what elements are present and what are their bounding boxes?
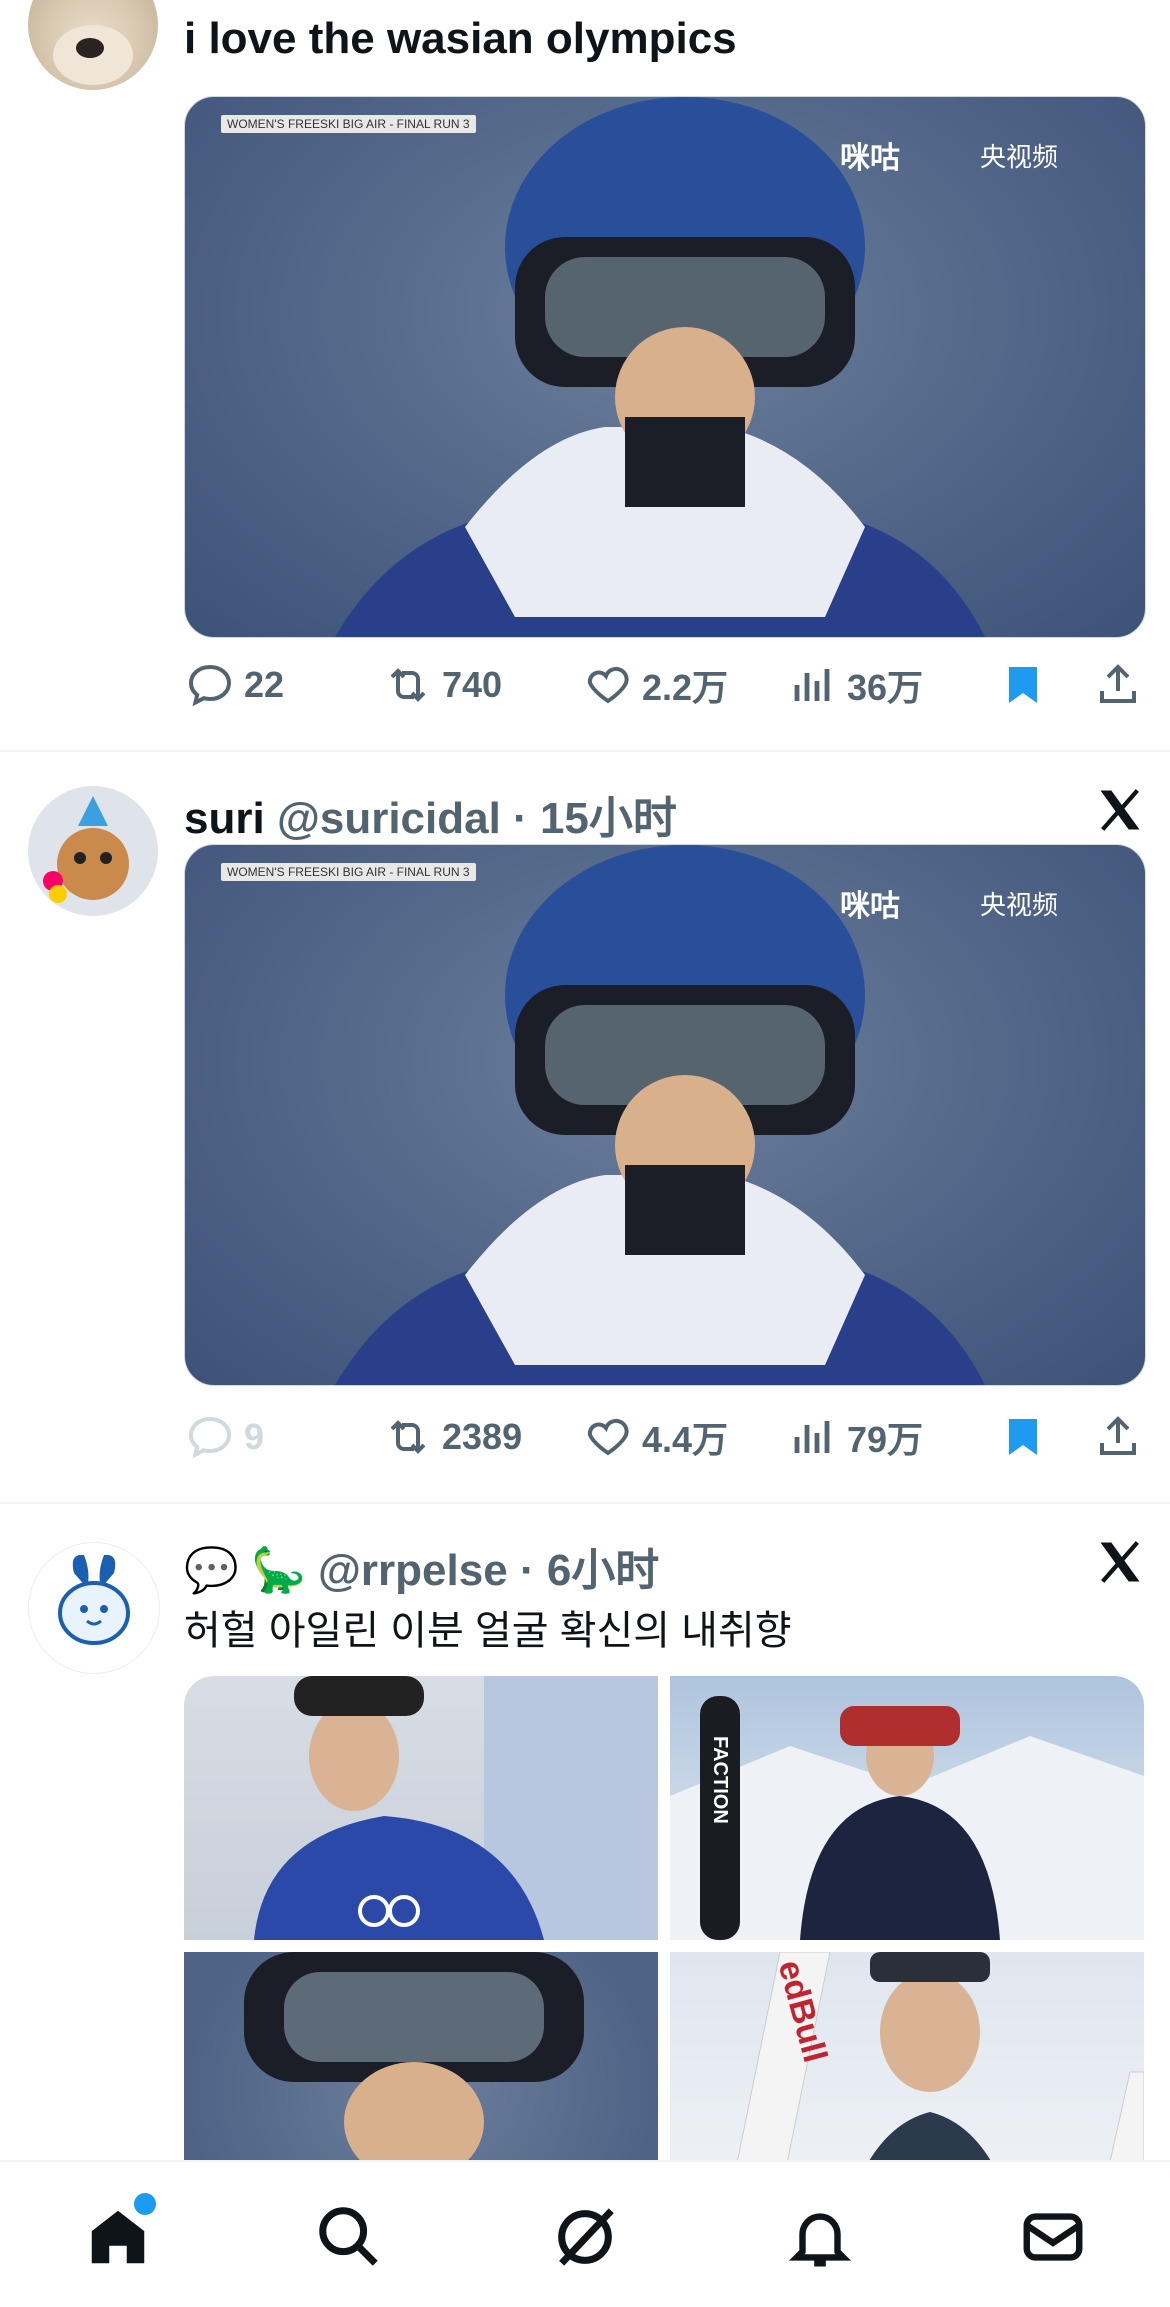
search-icon	[319, 2207, 378, 2266]
emoji-prefix: 💬 🦕	[184, 1546, 306, 1595]
avatar[interactable]	[28, 1542, 160, 1674]
bookmark-icon	[1009, 1419, 1037, 1455]
skier-profile-image	[254, 1676, 658, 1940]
media-caption: WOMEN'S FREESKI BIG AIR - FINAL RUN 3	[221, 863, 476, 881]
watermark-migu: 咪咕	[840, 890, 900, 923]
display-name[interactable]: suri	[184, 794, 265, 843]
post-text: i love the wasian olympics	[184, 14, 737, 64]
view-count: 79万	[847, 1419, 924, 1460]
like-button[interactable]: 2.2万	[584, 650, 728, 720]
watermark-cctv: 央视频	[980, 890, 1059, 920]
bunny-avatar-icon	[58, 1554, 130, 1645]
dog-avatar-icon	[53, 25, 133, 85]
bookmark-button[interactable]	[999, 650, 1047, 720]
post-text-content: i love the wasian olympics	[184, 14, 737, 63]
like-icon	[587, 666, 629, 704]
post-text: 허헐 아일린 이분 얼굴 확신의 내취향	[184, 1609, 792, 1653]
skier-helmet-image	[335, 845, 985, 1385]
watermark-migu: 咪咕	[840, 142, 900, 175]
nav-messages[interactable]	[1018, 2202, 1088, 2272]
reply-icon	[188, 1416, 232, 1459]
repost-button[interactable]: 740	[384, 650, 502, 720]
share-button[interactable]	[1094, 650, 1142, 720]
repost-button[interactable]: 2389	[384, 1402, 522, 1472]
views-button[interactable]: 79万	[789, 1402, 923, 1472]
reply-button[interactable]: 22	[186, 650, 284, 720]
repost-count: 2389	[442, 1416, 523, 1457]
reply-count: 9	[244, 1416, 265, 1457]
bookmark-icon	[1009, 667, 1037, 703]
skier-mountain-image	[670, 1696, 1144, 1940]
share-icon	[1100, 1416, 1136, 1455]
view-count: 36万	[847, 667, 924, 708]
like-icon	[587, 1418, 629, 1456]
cat-avatar-icon	[43, 796, 129, 903]
views-icon	[794, 669, 830, 701]
action-bar: 22 740 2.2万 36万	[184, 650, 1144, 720]
repost-count: 740	[442, 664, 503, 705]
repost-icon	[390, 668, 426, 702]
bottom-nav-bar	[0, 2160, 1170, 2307]
post-time[interactable]: 6小时	[547, 1546, 659, 1595]
reply-button[interactable]: 9	[186, 1402, 264, 1472]
like-button[interactable]: 4.4万	[584, 1402, 728, 1472]
repost-icon	[390, 1420, 426, 1454]
notifications-icon	[788, 2213, 852, 2267]
video-media[interactable]: WOMEN'S FREESKI BIG AIR - FINAL RUN 3 咪咕…	[184, 844, 1146, 1386]
user-handle[interactable]: @rrpelse	[318, 1546, 508, 1595]
reply-count: 22	[244, 664, 285, 705]
post-1: i love the wasian olympics WOMEN'S FREES…	[0, 0, 1170, 750]
photo-1[interactable]	[184, 1676, 658, 1940]
photo-2[interactable]: FACTION	[670, 1676, 1144, 1940]
views-icon	[794, 1421, 830, 1453]
reply-icon	[188, 664, 232, 707]
grok-icon	[558, 2208, 614, 2266]
nav-notifications[interactable]	[785, 2202, 855, 2272]
skier-helmet-image	[335, 97, 985, 637]
nav-grok[interactable]	[550, 2202, 620, 2272]
like-count: 4.4万	[642, 1419, 729, 1460]
nav-search[interactable]	[314, 2202, 384, 2272]
like-count: 2.2万	[642, 667, 729, 708]
post-2: suri @suricidal · 15小时 WOMEN'S FREESKI B…	[0, 752, 1170, 1500]
x-logo-icon	[1100, 789, 1140, 831]
avatar[interactable]	[28, 786, 158, 916]
post-header: suri @suricidal · 15小时	[184, 794, 677, 843]
views-button[interactable]: 36万	[789, 650, 923, 720]
watermark-cctv: 央视频	[980, 142, 1059, 172]
media-caption: WOMEN'S FREESKI BIG AIR - FINAL RUN 3	[221, 115, 476, 133]
action-bar: 9 2389 4.4万 79万	[184, 1402, 1144, 1472]
video-media[interactable]: WOMEN'S FREESKI BIG AIR - FINAL RUN 3 咪咕…	[184, 96, 1146, 638]
ski-brand-label: FACTION	[709, 1736, 731, 1824]
post-time[interactable]: 15小时	[540, 794, 677, 843]
share-button[interactable]	[1094, 1402, 1142, 1472]
share-icon	[1100, 664, 1136, 703]
nav-home[interactable]	[83, 2190, 159, 2272]
user-handle[interactable]: @suricidal	[277, 794, 501, 843]
messages-icon	[1023, 2213, 1083, 2261]
bookmark-button[interactable]	[999, 1402, 1047, 1472]
post-header: 💬 🦕 @rrpelse · 6小时	[184, 1546, 660, 1595]
x-logo-icon	[1100, 1541, 1140, 1583]
notification-dot	[131, 2190, 159, 2218]
avatar[interactable]	[28, 0, 158, 90]
